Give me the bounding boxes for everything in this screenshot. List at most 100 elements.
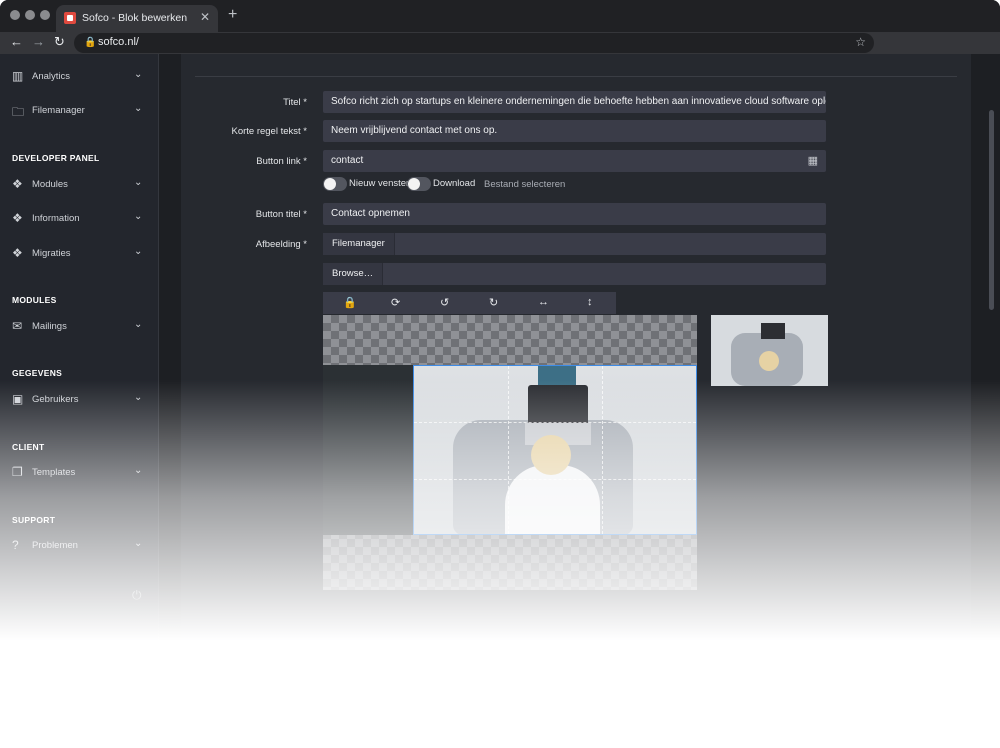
section-title: CLIENT [12,442,45,452]
chevron-down-icon: ⌄ [134,69,143,80]
titel-label: Titel * [283,97,307,108]
folder-icon: 🗀 [12,105,25,119]
close-tab-icon[interactable]: ✕ [200,10,210,24]
browser-window: Sofco - Blok bewerken ✕ + ← → ↻ 🔒 sofco.… [0,0,1000,640]
titel-input[interactable]: Sofco richt zich op startups en kleinere… [323,91,826,113]
chevron-down-icon: ⌄ [134,319,143,330]
crop-preview [711,315,828,386]
bookmark-star-icon[interactable]: ☆ [855,35,866,49]
copy-icon: ❐ [12,465,23,479]
afbeelding-label: Afbeelding * [255,239,307,250]
close-window-dot[interactable] [10,10,20,20]
power-icon[interactable]: ⏻ [132,588,142,603]
browser-toolbar: ← → ↻ 🔒 sofco.nl/ ☆ [0,32,1000,54]
sidebar-item-label: Gebruikers [32,394,79,405]
question-icon: ? [12,538,19,552]
korte-tekst-label: Korte regel tekst * [231,126,307,137]
sidebar-item-templates[interactable]: ❐ Templates ⌄ [0,462,158,484]
rotate-left-icon[interactable]: ↺ [440,296,449,309]
browse-button[interactable]: Browse… [323,263,384,285]
forward-icon[interactable]: → [32,34,45,49]
reset-icon[interactable]: ⟳ [391,296,400,309]
sidebar-item-label: Analytics [32,71,71,82]
crop-guide [414,422,696,423]
calendar-icon[interactable]: ▦ [808,150,818,172]
rotate-right-icon[interactable]: ↻ [489,296,498,309]
tab-title: Sofco - Blok bewerken [82,12,188,24]
sidebar-item-label: Modules [32,179,68,190]
browser-tab[interactable]: Sofco - Blok bewerken ✕ [56,5,218,32]
sidebar-item-label: Problemen [32,540,78,551]
crop-guide [508,366,509,534]
section-title: GEGEVENS [12,368,63,378]
new-window-toggle[interactable] [323,177,347,191]
sidebar-item-migraties[interactable]: ❖ Migraties ⌄ [0,243,158,265]
section-title: MODULES [12,295,57,305]
crop-guide [414,479,696,480]
chevron-down-icon: ⌄ [134,211,143,222]
sidebar-item-mailings[interactable]: ✉ Mailings ⌄ [0,316,158,338]
chevron-down-icon: ⌄ [134,538,143,549]
download-label: Download [433,178,476,189]
mail-icon: ✉ [12,319,23,333]
crop-selection-box[interactable] [413,365,697,535]
sidebar-item-filemanager[interactable]: 🗀 Filemanager ⌄ [0,100,158,122]
chevron-down-icon: ⌄ [134,103,143,114]
select-file-link[interactable]: Bestand selecteren [484,179,565,190]
button-titel-input[interactable]: Contact opnemen [323,203,826,225]
chevron-down-icon: ⌄ [134,465,143,476]
download-toggle[interactable] [407,177,431,191]
main-content: Titel * Sofco richt zich op startups en … [159,54,1000,640]
filemanager-button[interactable]: Filemanager [323,233,395,255]
sidebar-item-modules[interactable]: ❖ Modules ⌄ [0,174,158,196]
tab-strip: Sofco - Blok bewerken ✕ + [0,0,1000,32]
button-link-label: Button link * [256,156,307,167]
chart-icon: ▥ [12,69,24,83]
edit-block-panel: Titel * Sofco richt zich op startups en … [181,54,971,640]
chevron-down-icon: ⌄ [134,392,143,403]
back-icon[interactable]: ← [10,34,23,49]
new-window-label: Nieuw venster [349,178,410,189]
button-link-input[interactable]: contact ▦ [323,150,826,172]
section-title: DEVELOPER PANEL [12,153,100,163]
browse-input-group: Browse… [323,263,826,285]
flip-horizontal-icon[interactable]: ↔ [538,296,549,308]
cropper-toolbar: 🔒 ⟳ ↺ ↻ ↔ ↕ [323,292,616,314]
sidebar-item-label: Migraties [32,248,71,259]
scrollbar[interactable] [989,110,994,310]
new-tab-icon[interactable]: + [228,6,237,24]
chevron-down-icon: ⌄ [134,177,143,188]
preview-laptop [761,323,785,339]
cubes-icon: ❖ [12,211,23,225]
minimize-window-dot[interactable] [25,10,35,20]
divider [195,76,957,77]
lock-icon: 🔒 [84,37,97,48]
filemanager-input-group: Filemanager [323,233,826,255]
sidebar-item-information[interactable]: ❖ Information ⌄ [0,208,158,230]
sidebar-item-label: Filemanager [32,105,85,116]
lock-icon[interactable]: 🔒 [343,296,357,309]
url-text[interactable]: sofco.nl/ [98,36,139,48]
cubes-icon: ❖ [12,177,23,191]
button-link-value: contact [331,155,364,166]
preview-head [759,351,779,371]
korte-tekst-input[interactable]: Neem vrijblijvend contact met ons op. [323,120,826,142]
sidebar-item-label: Mailings [32,321,67,332]
reload-icon[interactable]: ↻ [54,34,65,50]
sidebar-item-label: Information [32,213,80,224]
crop-image[interactable] [323,365,697,535]
user-icon: ▣ [12,392,24,406]
cubes-icon: ❖ [12,246,23,260]
address-bar[interactable]: 🔒 sofco.nl/ ☆ [74,33,874,53]
button-titel-label: Button titel * [255,209,307,220]
sidebar-item-label: Templates [32,467,76,478]
sidebar-item-problemen[interactable]: ? Problemen ⌄ [0,535,158,557]
section-title: SUPPORT [12,515,56,525]
zoom-window-dot[interactable] [40,10,50,20]
sidebar: ▥ Analytics ⌄ 🗀 Filemanager ⌄ DEVELOPER … [0,54,159,640]
chevron-down-icon: ⌄ [134,246,143,257]
favicon-icon [64,12,76,24]
sidebar-item-analytics[interactable]: ▥ Analytics ⌄ [0,66,158,88]
sidebar-item-gebruikers[interactable]: ▣ Gebruikers ⌄ [0,389,158,411]
flip-vertical-icon[interactable]: ↕ [587,296,593,308]
